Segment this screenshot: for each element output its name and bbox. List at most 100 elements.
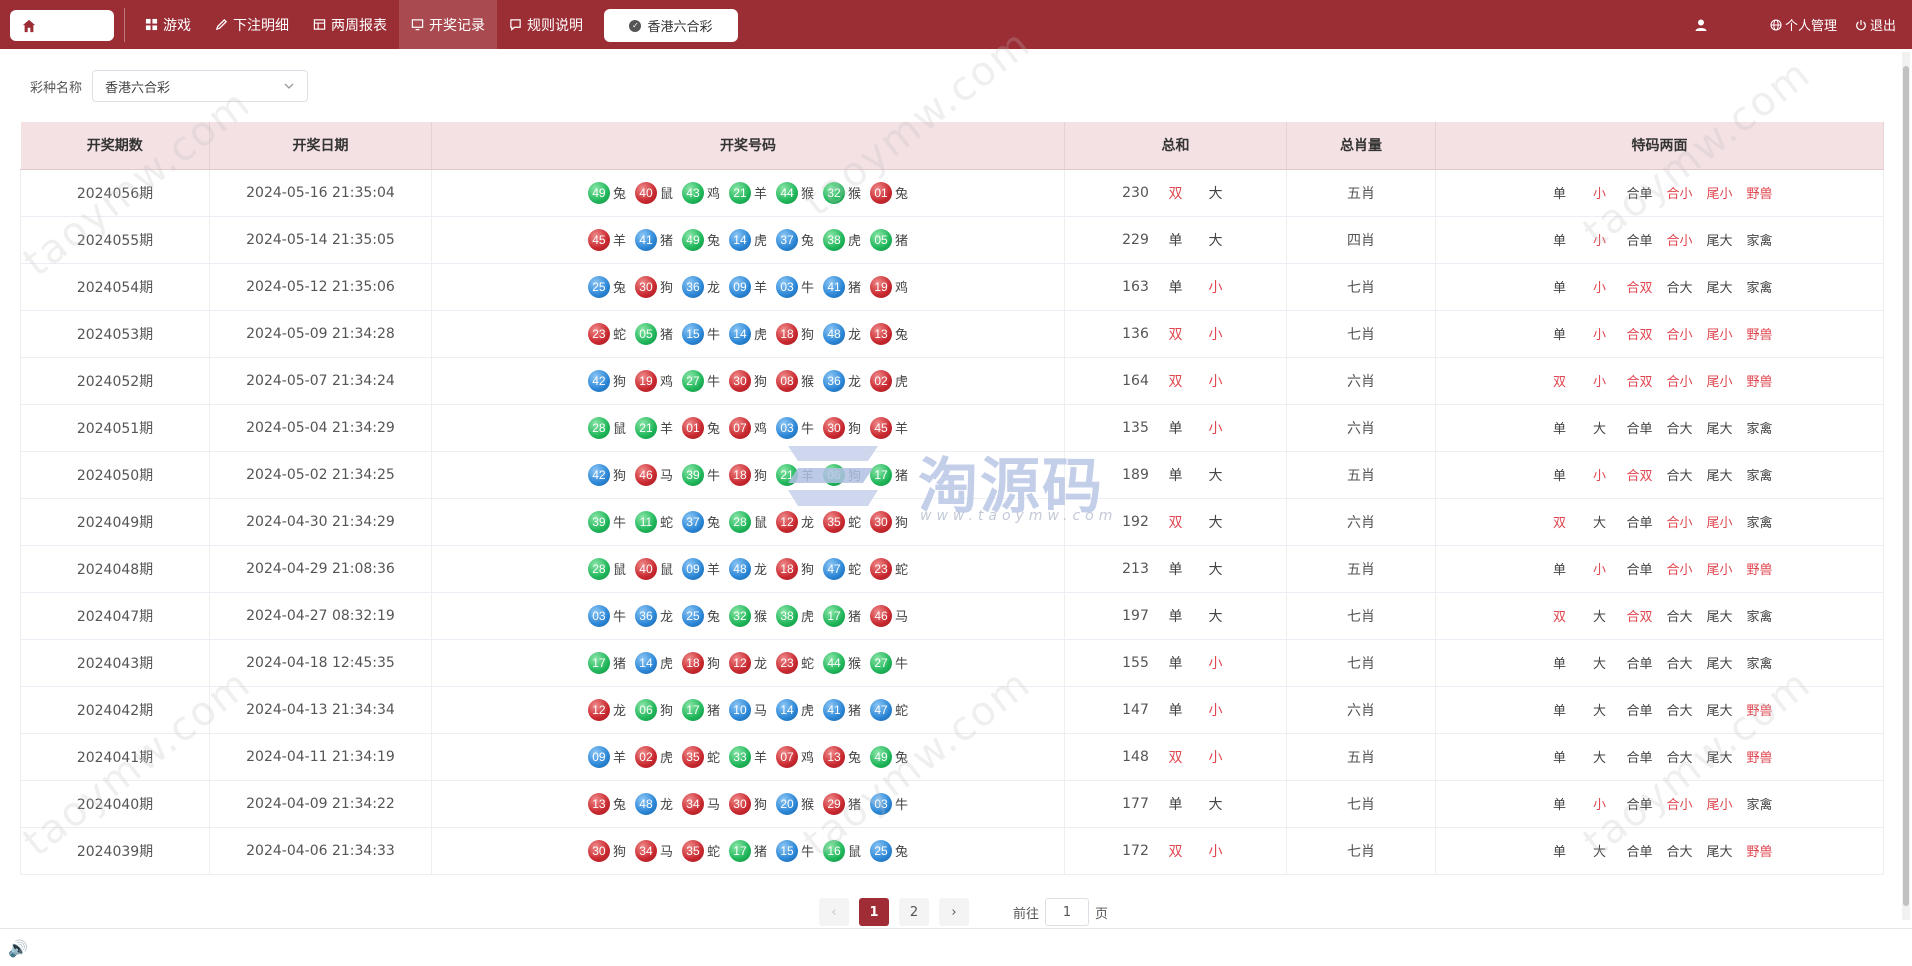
sum-value: 135	[1122, 419, 1149, 436]
personal-management-link[interactable]: 个人管理	[1770, 15, 1837, 34]
logout-link[interactable]: 退出	[1855, 15, 1896, 34]
ball-item: 23 蛇	[776, 651, 814, 674]
number-ball: 41	[823, 698, 846, 721]
ball-item: 03 牛	[776, 416, 814, 439]
current-lottery-button[interactable]: ✓ 香港六合彩	[604, 9, 738, 42]
ball-item: 27 牛	[870, 651, 908, 674]
goto-page-input[interactable]: 1	[1045, 898, 1090, 926]
sum-group: 197 单 大	[1116, 606, 1236, 626]
table-row: 2024056期 2024-05-16 21:35:04 49 兔 40 鼠 43 鸡 21 羊 4…	[20, 169, 1884, 217]
numbers-cell: 09 羊 02 虎 35 蛇 33 羊 07 鸡 13 兔 49 兔	[431, 733, 1065, 781]
special-tag: 双	[1552, 516, 1566, 531]
page-button-1[interactable]: 1	[859, 898, 889, 926]
nav-draw-history[interactable]: 开奖记录	[399, 0, 497, 49]
numbers-cell: 42 狗 46 马 39 牛 18 狗 21 羊 06 狗 17 猪	[431, 451, 1065, 499]
vertical-scrollbar[interactable]	[1902, 52, 1910, 920]
scrollbar-thumb[interactable]	[1903, 66, 1909, 906]
ball-item: 12 龙	[587, 698, 626, 721]
table-row: 2024055期 2024-05-14 21:35:05 45 羊 41 猪 49 兔 14 虎 3…	[20, 216, 1884, 264]
special-tag: 单	[1552, 281, 1566, 296]
ball-item: 06 狗	[634, 698, 673, 721]
sum-group: 189 单 大	[1116, 465, 1236, 485]
nav-rules[interactable]: 规则说明	[497, 0, 595, 49]
sum-cell: 163 单 小	[1064, 263, 1287, 311]
user-icon[interactable]	[1694, 18, 1708, 32]
ball-item: 48 龙	[634, 792, 673, 815]
page-button-2[interactable]: 2	[899, 898, 929, 926]
ball-item: 48 龙	[728, 557, 767, 580]
ball-item: 15 牛	[681, 322, 720, 345]
period-cell: 2024051期	[20, 404, 210, 452]
ball-item: 44 猴	[776, 181, 814, 204]
number-ball: 05	[634, 322, 657, 345]
special-tag: 尾大	[1706, 422, 1733, 437]
number-ball: 30	[870, 510, 893, 533]
zodiac-label: 马	[706, 798, 720, 813]
zodiac-label: 狗	[848, 422, 862, 437]
zodiac-label: 猪	[848, 610, 862, 625]
special-two-sides-cell: 单 大 合单 合大 尾大 野兽	[1435, 733, 1884, 781]
sum-value: 136	[1122, 325, 1149, 342]
big-small-tag: 小	[1208, 843, 1223, 860]
special-tag: 小	[1592, 563, 1606, 578]
ball-item: 30 狗	[728, 369, 767, 392]
special-tag: 单	[1552, 657, 1566, 672]
number-ball: 37	[681, 510, 704, 533]
prev-page-button[interactable]: ‹	[819, 898, 849, 926]
zodiac-label: 兔	[895, 845, 909, 860]
special-tag: 合单	[1626, 563, 1653, 578]
special-tag: 野兽	[1746, 375, 1773, 390]
home-button[interactable]	[10, 10, 114, 41]
zodiac-label: 牛	[706, 375, 720, 390]
next-page-button[interactable]: ›	[939, 898, 969, 926]
zodiac-label: 鸡	[753, 422, 767, 437]
special-tag: 大	[1592, 657, 1606, 672]
special-tag: 家禽	[1746, 281, 1773, 296]
lottery-filter: 彩种名称 香港六合彩	[30, 70, 309, 102]
special-two-sides-cell: 单 小 合单 合小 尾大 家禽	[1435, 216, 1884, 264]
ball-item: 05 猪	[870, 228, 908, 251]
period-cell: 2024048期	[20, 545, 210, 593]
ball-item: 41 猪	[823, 275, 861, 298]
sum-cell: 192 双 大	[1064, 498, 1287, 546]
period-cell: 2024047期	[20, 592, 210, 640]
number-ball: 03	[776, 416, 798, 439]
nav-two-week-report[interactable]: 两周报表	[301, 0, 399, 49]
special-tag: 小	[1592, 798, 1606, 813]
number-ball: 33	[728, 745, 751, 768]
numbers-cell: 30 狗 34 马 35 蛇 17 猪 15 牛 16 鼠 25 兔	[431, 827, 1065, 875]
number-ball: 49	[587, 181, 610, 204]
ball-item: 01 兔	[681, 416, 720, 439]
nav-bet-details[interactable]: 下注明细	[203, 0, 301, 49]
special-tag: 野兽	[1746, 187, 1773, 202]
home-icon	[22, 19, 36, 32]
special-tag: 合双	[1626, 328, 1653, 343]
zodiac-count-cell: 七肖	[1286, 263, 1436, 311]
date-cell: 2024-04-11 21:34:19	[209, 733, 432, 781]
ball-item: 49 兔	[681, 228, 720, 251]
number-ball: 13	[587, 792, 610, 815]
special-tag: 小	[1592, 187, 1606, 202]
number-ball: 27	[870, 651, 893, 674]
zodiac-label: 羊	[801, 469, 815, 484]
zodiac-label: 兔	[895, 328, 909, 343]
ball-item: 30 狗	[870, 510, 908, 533]
ball-item: 27 牛	[681, 369, 720, 392]
odd-even-tag: 单	[1168, 796, 1183, 813]
lottery-select[interactable]: 香港六合彩	[92, 70, 309, 102]
sum-value: 163	[1122, 278, 1149, 295]
sound-icon[interactable]: 🔊	[8, 939, 28, 958]
nav-games[interactable]: 游戏	[133, 0, 203, 49]
zodiac-label: 狗	[612, 375, 626, 390]
ball-item: 41 猪	[634, 228, 673, 251]
number-ball: 27	[681, 369, 704, 392]
table-row: 2024052期 2024-05-07 21:34:24 42 狗 19 鸡 27 牛 30 狗 0…	[20, 357, 1884, 405]
special-tag: 合大	[1666, 704, 1693, 719]
ball-item: 09 羊	[728, 275, 767, 298]
monitor-icon	[411, 19, 424, 31]
date-cell: 2024-04-30 21:34:29	[209, 498, 432, 546]
big-small-tag: 大	[1208, 608, 1223, 625]
zodiac-label: 马	[895, 610, 909, 625]
special-tag: 合大	[1666, 751, 1693, 766]
table-row: 2024047期 2024-04-27 08:32:19 03 牛 36 龙 25 兔 32 猴 3…	[20, 592, 1884, 640]
